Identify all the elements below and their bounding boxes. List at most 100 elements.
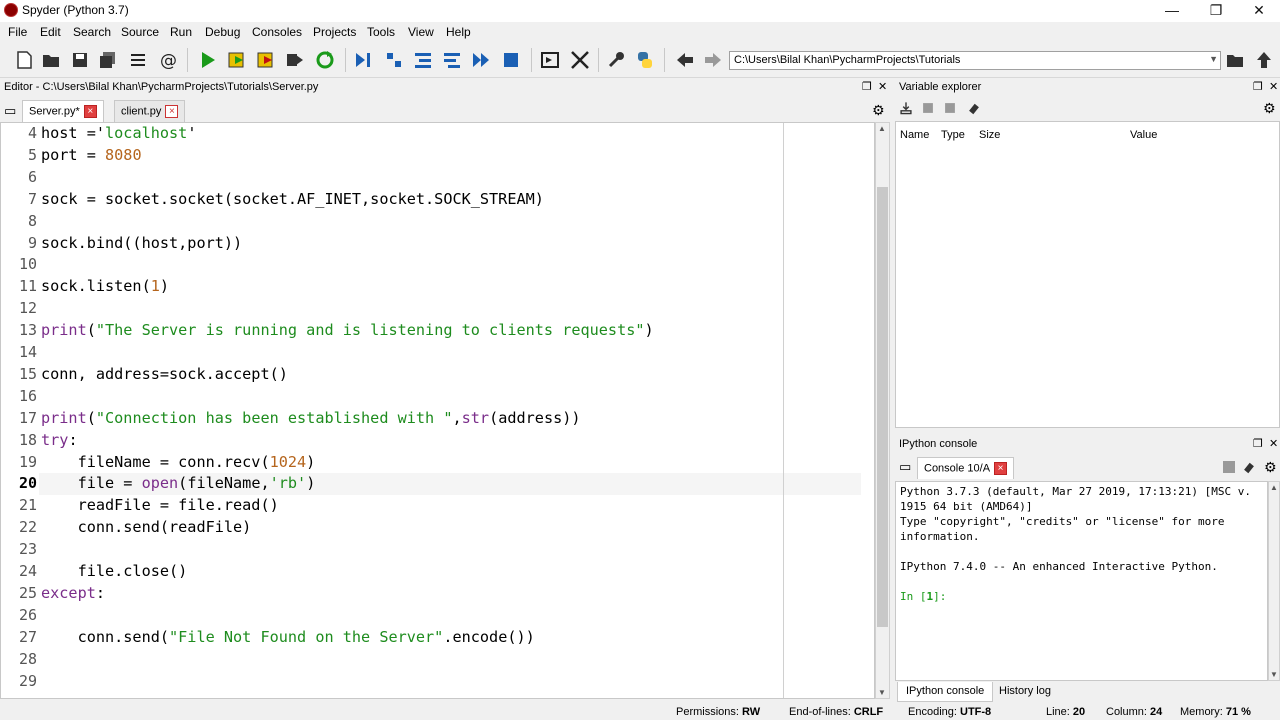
menu-projects[interactable]: Projects [313,25,356,39]
console-scrollbar[interactable]: ▲ ▼ [1268,481,1280,681]
stop-debug-icon[interactable] [501,50,521,70]
browse-tabs-icon[interactable]: ▭ [4,103,16,119]
browse-folder-icon[interactable] [1225,50,1245,70]
forward-arrow-icon[interactable] [703,50,723,70]
variable-explorer-table[interactable]: Name Type Size Value [895,121,1280,428]
step-icon[interactable] [384,50,404,70]
chevron-down-icon[interactable]: ▼ [1209,54,1218,64]
save-all-icon[interactable] [98,50,118,70]
code-line[interactable]: conn.send(readFile) [41,518,252,536]
run-selection-icon[interactable] [285,50,305,70]
menu-help[interactable]: Help [446,25,471,39]
debug-icon[interactable] [353,50,373,70]
code-line[interactable]: sock.listen(1) [41,277,169,295]
code-line[interactable]: host ='localhost' [41,124,196,142]
step-return-icon[interactable] [442,50,462,70]
column-header-value[interactable]: Value [1130,129,1157,141]
run-icon[interactable] [198,50,218,70]
tab-history-log[interactable]: History log [991,682,1059,702]
working-directory-input[interactable]: C:\Users\Bilal Khan\PycharmProjects\Tuto… [729,51,1221,70]
eraser-icon[interactable] [1242,460,1256,474]
gear-icon[interactable]: ⚙ [1264,459,1277,476]
chevron-down-icon[interactable]: ▼ [878,688,886,697]
browse-tabs-icon[interactable] [128,50,148,70]
eraser-icon[interactable] [967,101,981,115]
menu-search[interactable]: Search [73,25,111,39]
new-file-icon[interactable] [14,50,34,70]
python-path-icon[interactable] [635,50,655,70]
tab-server-py[interactable]: Server.py* × [22,100,104,122]
rerun-icon[interactable] [315,50,335,70]
chevron-up-icon[interactable]: ▲ [1270,483,1278,492]
scrollbar-thumb[interactable] [877,187,888,627]
code-line[interactable]: try: [41,431,78,449]
tab-ipython-console[interactable]: IPython console [897,682,994,702]
restore-button[interactable]: ❐ [1194,0,1238,22]
menu-edit[interactable]: Edit [40,25,61,39]
code-line[interactable]: sock.bind((host,port)) [41,234,242,252]
parent-directory-icon[interactable] [1254,50,1274,70]
chevron-up-icon[interactable]: ▲ [878,124,886,133]
close-pane-icon[interactable]: ✕ [1269,437,1278,450]
code-line[interactable]: port = 8080 [41,146,142,164]
menu-run[interactable]: Run [170,25,192,39]
code-line[interactable]: sock = socket.socket(socket.AF_INET,sock… [41,190,544,208]
code-line[interactable]: print("The Server is running and is list… [41,321,654,339]
close-pane-icon[interactable]: ✕ [1269,80,1278,93]
menu-file[interactable]: File [8,25,27,39]
import-data-icon[interactable] [899,101,913,115]
console-output[interactable]: Python 3.7.3 (default, Mar 27 2019, 17:1… [895,481,1268,681]
console-prompt[interactable]: In [1]: [900,590,946,603]
close-tab-icon[interactable]: × [165,105,179,118]
undock-icon[interactable]: ❐ [1253,437,1263,450]
stop-kernel-icon[interactable] [1223,461,1235,473]
save-icon[interactable] [70,50,90,70]
code-line[interactable]: conn, address=sock.accept() [41,365,288,383]
save-data-as-icon[interactable] [943,101,957,115]
undock-icon[interactable]: ❐ [862,80,872,93]
code-editor[interactable]: 4 5 6 7 8 9 10 11 12 13 14 15 16 17 18 19 20 21 22 23 24 25 26… [0,122,875,699]
back-arrow-icon[interactable] [675,50,695,70]
undock-icon[interactable]: ❐ [1253,80,1263,93]
tab-client-py[interactable]: client.py × [114,100,186,122]
code-line[interactable]: file.close() [41,562,188,580]
editor-scrollbar[interactable]: ▲ ▼ [875,122,890,699]
open-folder-icon[interactable] [41,50,61,70]
menu-consoles[interactable]: Consoles [252,25,302,39]
close-button[interactable]: ✕ [1237,0,1280,22]
menu-debug[interactable]: Debug [205,25,240,39]
gear-icon[interactable]: ⚙ [1263,100,1276,117]
column-header-type[interactable]: Type [941,129,965,141]
code-line[interactable]: conn.send("File Not Found on the Server"… [41,628,535,646]
close-tab-icon[interactable]: × [83,105,97,118]
maximize-pane-icon[interactable] [540,50,560,70]
line-number: 29 [18,671,37,690]
close-pane-icon[interactable]: ✕ [878,80,887,93]
menu-tools[interactable]: Tools [367,25,395,39]
edge-guide-line [783,123,784,698]
chevron-down-icon[interactable]: ▼ [1270,670,1278,679]
minimize-button[interactable]: — [1150,0,1194,22]
column-header-name[interactable]: Name [900,129,929,141]
at-sign-icon[interactable]: @ [158,50,178,70]
step-into-icon[interactable] [413,50,433,70]
code-line[interactable]: readFile = file.read() [41,496,279,514]
continue-icon[interactable] [471,50,491,70]
browse-tabs-icon[interactable]: ▭ [899,459,911,475]
code-line[interactable]: print("Connection has been established w… [41,409,581,427]
preferences-wrench-icon[interactable] [606,50,626,70]
save-data-icon[interactable] [921,101,935,115]
fullscreen-icon[interactable] [570,50,590,70]
run-cell-icon[interactable] [227,50,247,70]
close-tab-icon[interactable]: × [994,462,1008,475]
code-line[interactable]: file = open(fileName,'rb') [41,474,316,492]
menu-view[interactable]: View [408,25,434,39]
column-header-size[interactable]: Size [979,129,1000,141]
gear-icon[interactable]: ⚙ [872,102,885,119]
run-cell-advance-icon[interactable] [256,50,276,70]
code-line[interactable]: except: [41,584,105,602]
menu-source[interactable]: Source [121,25,159,39]
line-number: 15 [18,364,37,383]
tab-console-10a[interactable]: Console 10/A × [917,457,1015,479]
code-line[interactable]: fileName = conn.recv(1024) [41,453,316,471]
